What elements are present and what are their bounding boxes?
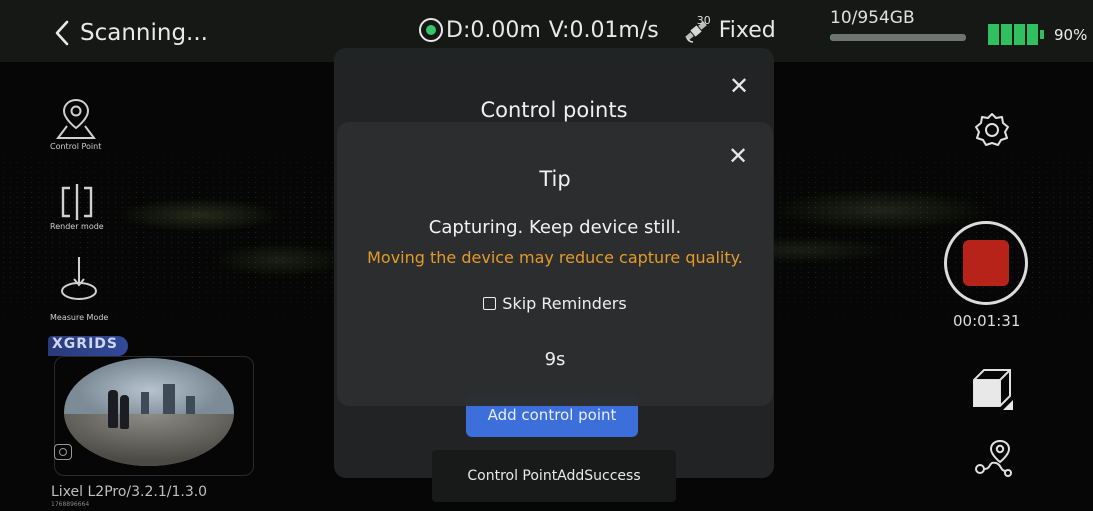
fisheye-image (64, 358, 234, 466)
battery-indicator: 90% (988, 24, 1087, 45)
view-mode-button[interactable] (970, 366, 1014, 416)
device-serial: 1768896664 (51, 501, 90, 508)
scan-viewport: Scanning... D:0.00m V:0.01m/s 30 Fixed 1… (0, 0, 1093, 511)
back-button[interactable]: Scanning... (54, 20, 208, 46)
control-point-tool[interactable]: Control Point (50, 96, 101, 151)
storage-bar-fill (830, 34, 832, 41)
render-mode-tool[interactable]: Render mode (50, 182, 104, 231)
camera-preview[interactable]: XGRIDS (48, 336, 254, 476)
control-point-icon (55, 98, 96, 139)
skip-reminders-label: Skip Reminders (502, 294, 627, 313)
close-icon[interactable]: ✕ (728, 142, 748, 170)
battery-icon (988, 24, 1044, 45)
gear-icon (975, 113, 1009, 146)
camera-switch-icon[interactable] (54, 444, 72, 460)
countdown: 9s (544, 349, 566, 370)
velocity-readout: V:0.01m/s (548, 17, 659, 43)
control-point-label: Control Point (50, 142, 102, 151)
tip-title: Tip (539, 167, 571, 191)
control-points-title: Control points (480, 98, 628, 122)
render-mode-icon (61, 184, 93, 220)
stop-record-icon (963, 240, 1009, 286)
close-icon[interactable]: ✕ (729, 72, 749, 100)
measure-mode-label: Measure Mode (50, 313, 109, 322)
render-mode-label: Render mode (50, 222, 104, 231)
cube-view-icon (973, 369, 1013, 410)
gnss-status: D:0.00m V:0.01m/s 30 Fixed (419, 14, 776, 44)
checkbox-icon (483, 297, 497, 310)
storage-indicator: 10/954GB (830, 8, 966, 41)
tip-warning: Moving the device may reduce capture qua… (367, 248, 743, 267)
storage-text: 10/954GB (830, 8, 915, 28)
chevron-left-icon (55, 20, 69, 46)
brand-logo: XGRIDS (48, 336, 128, 356)
measure-mode-tool[interactable]: Measure Mode (50, 255, 108, 322)
back-label: Scanning... (80, 20, 208, 46)
measure-mode-icon (61, 257, 98, 300)
satellite-count: 30 (696, 14, 711, 27)
route-pin-icon (975, 439, 1012, 477)
device-name: Lixel L2Pro/3.2.1/1.3.0 (51, 484, 208, 500)
route-button[interactable] (972, 437, 1014, 485)
stop-record-button[interactable] (944, 221, 1028, 305)
satellite-icon: 30 (683, 14, 713, 44)
skip-reminders-checkbox[interactable]: Skip Reminders (337, 294, 773, 313)
toast-message: Control PointAddSuccess (432, 450, 676, 502)
distance-readout: D:0.00m (446, 17, 541, 43)
fix-status: Fixed (718, 17, 776, 43)
storage-bar (830, 34, 966, 41)
battery-percent: 90% (1054, 25, 1088, 44)
gps-status-icon (419, 18, 443, 42)
recording-timer: 00:01:31 (953, 312, 1021, 330)
tip-message: Capturing. Keep device still. (428, 217, 682, 238)
tip-dialog: ✕ Tip Capturing. Keep device still. Movi… (337, 122, 773, 406)
settings-button[interactable] (972, 110, 1012, 154)
